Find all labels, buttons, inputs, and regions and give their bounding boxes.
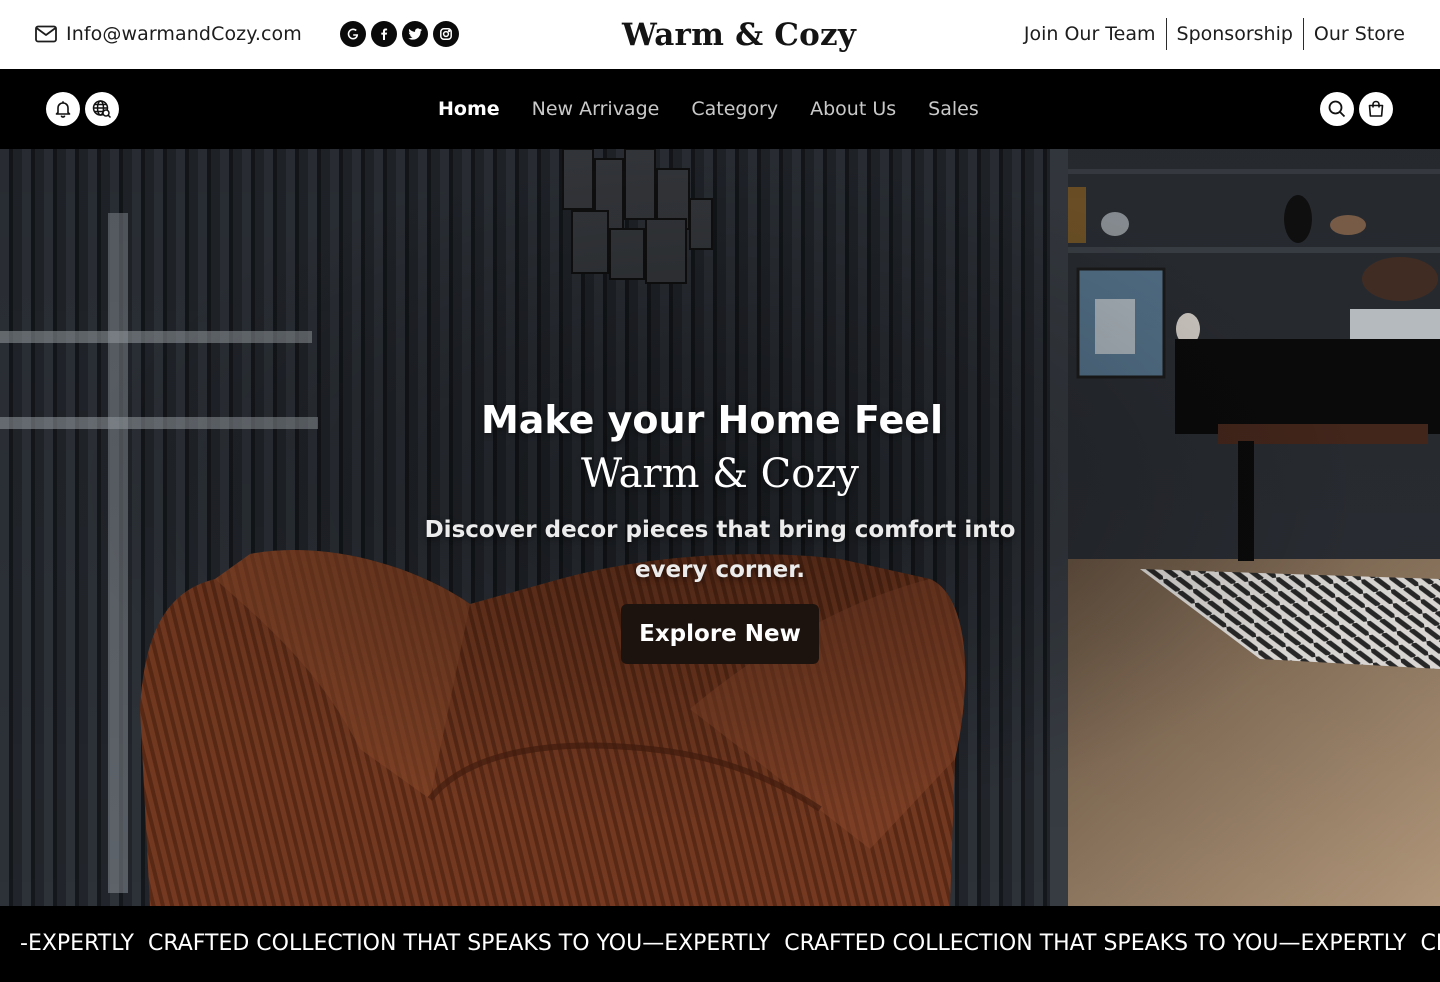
nav-about-us[interactable]: About Us (810, 95, 896, 123)
hero-content: Make your Home Feel Warm & Cozy Discover… (0, 149, 1440, 906)
sponsorship-link[interactable]: Sponsorship (1177, 18, 1293, 50)
top-bar: Info@warmandCozy.com Warm & Cozy Join Ou… (0, 0, 1440, 69)
divider (1165, 18, 1167, 50)
divider (1302, 18, 1304, 50)
bell-icon[interactable] (46, 92, 80, 126)
nav-home[interactable]: Home (438, 95, 500, 123)
shopping-bag-icon[interactable] (1359, 92, 1393, 126)
nav-sales[interactable]: Sales (928, 95, 979, 123)
marquee-item: —EXPERTLY CRAFTED COLLECTION THAT SPEAKS… (642, 931, 1279, 956)
main-nav: Home New Arrivage Category About Us Sale… (0, 69, 1440, 149)
search-icon[interactable] (1320, 92, 1354, 126)
hero-headline: Make your Home Feel (480, 398, 944, 442)
nav-new-arrivage[interactable]: New Arrivage (532, 95, 660, 123)
globe-search-icon[interactable] (85, 92, 119, 126)
marquee-item: -EXPERTLY CRAFTED COLLECTION THAT SPEAKS… (20, 931, 643, 956)
explore-new-button[interactable]: Explore New (621, 604, 819, 664)
hero-banner: Make your Home Feel Warm & Cozy Discover… (0, 149, 1440, 906)
top-links: Join Our Team Sponsorship Our Store (1024, 18, 1405, 50)
marquee-banner: -EXPERTLY CRAFTED COLLECTION THAT SPEAKS… (0, 906, 1440, 982)
hero-brand-headline: Warm & Cozy (581, 451, 859, 497)
marquee-track: -EXPERTLY CRAFTED COLLECTION THAT SPEAKS… (20, 929, 1440, 959)
nav-category[interactable]: Category (691, 95, 778, 123)
hero-subtitle: Discover decor pieces that bring comfort… (424, 517, 1016, 583)
join-our-team-link[interactable]: Join Our Team (1024, 18, 1156, 50)
our-store-link[interactable]: Our Store (1314, 18, 1405, 50)
marquee-item: —EXPERTLY CRAFTED COLLECTION THAT SPEAKS… (1278, 931, 1440, 956)
nav-links: Home New Arrivage Category About Us Sale… (438, 95, 979, 123)
